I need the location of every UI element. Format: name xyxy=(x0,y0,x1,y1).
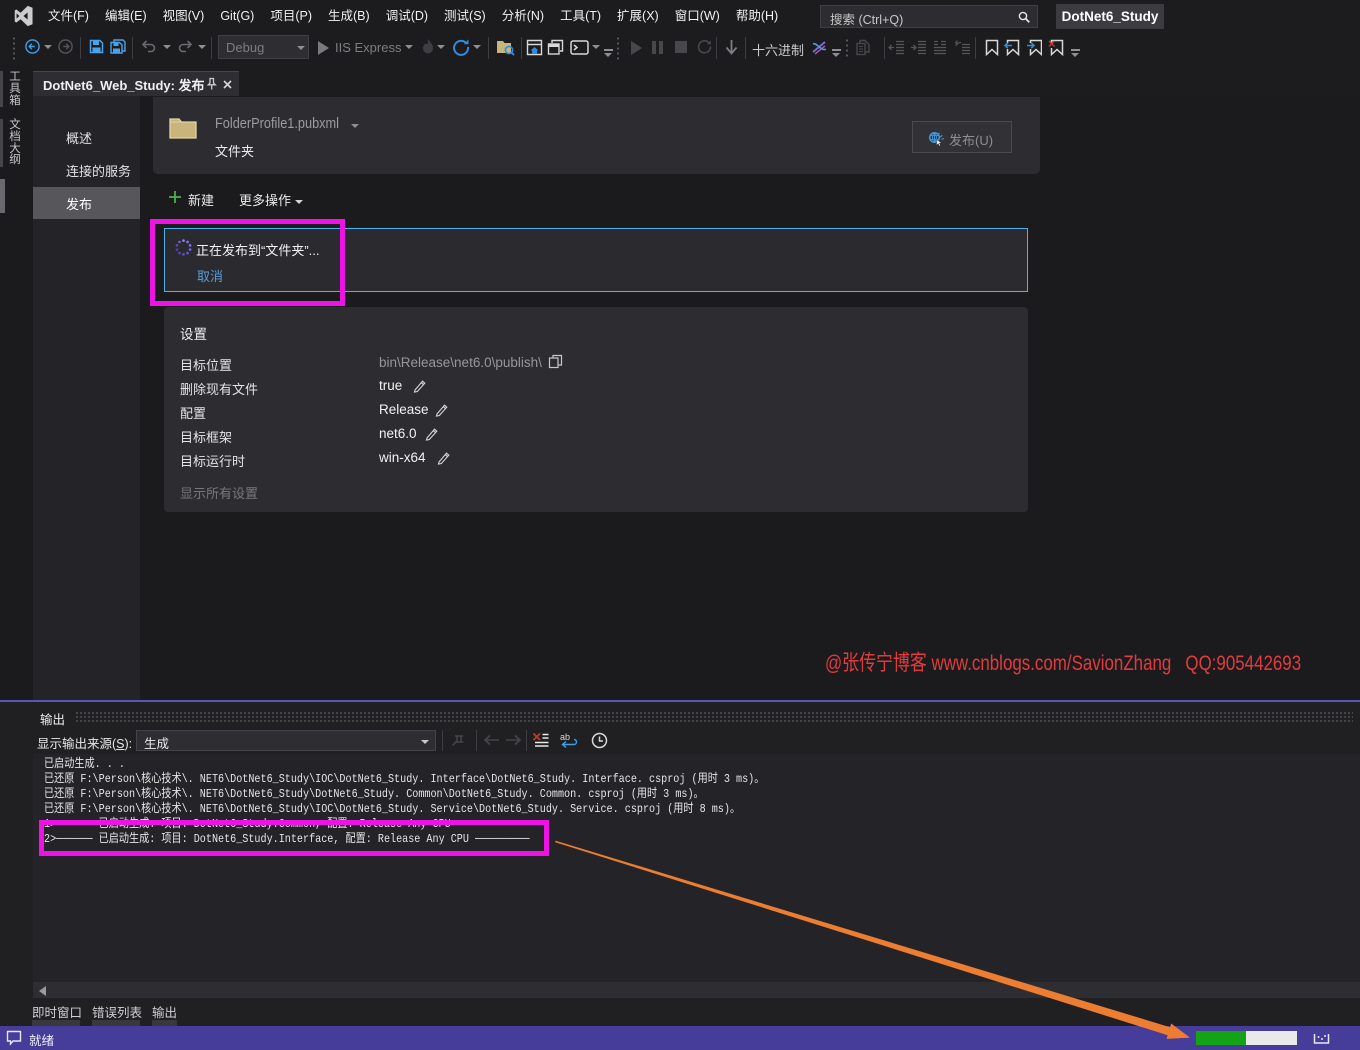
svg-text:ab: ab xyxy=(560,732,570,742)
